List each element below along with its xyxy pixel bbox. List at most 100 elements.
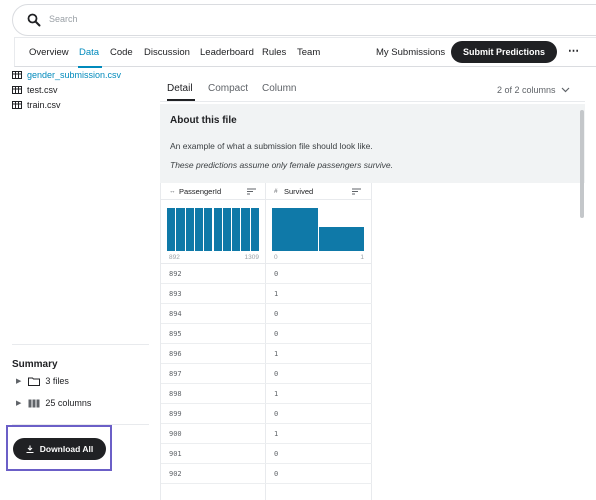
histogram-bar — [250, 208, 259, 251]
cell-value: 895 — [169, 330, 182, 338]
about-title: About this file — [170, 115, 237, 126]
file-item-test[interactable]: test.csv — [12, 85, 58, 95]
columns-selector-label: 2 of 2 columns — [497, 85, 556, 95]
columns-icon — [28, 399, 40, 407]
divider — [12, 344, 149, 345]
table-cell: 1 — [266, 284, 372, 304]
about-note: These predictions assume only female pas… — [170, 160, 393, 170]
summary-files-label: 3 files — [45, 376, 69, 386]
columns-selector[interactable]: 2 of 2 columns — [497, 85, 570, 95]
table-cell: 0 — [266, 304, 372, 324]
cell-value: 0 — [274, 470, 279, 478]
tab-column[interactable]: Column — [262, 83, 296, 94]
cell-value: 0 — [274, 410, 279, 418]
tab-detail[interactable]: Detail — [167, 83, 193, 94]
active-tab-indicator — [78, 66, 102, 68]
table-cell: 1 — [266, 344, 372, 364]
file-name: train.csv — [27, 100, 61, 110]
file-item-gender-submission[interactable]: gender_submission.csv — [12, 70, 121, 80]
cell-value: 901 — [169, 450, 182, 458]
numeric-type-icon: # — [274, 188, 278, 195]
histogram-min: 0 — [274, 254, 278, 261]
sort-icon[interactable] — [352, 188, 361, 195]
competition-nav: Overview Data Code Discussion Leaderboar… — [14, 37, 596, 68]
summary-columns-item[interactable]: ▶ 25 columns — [16, 398, 91, 408]
about-description: An example of what a submission file sho… — [170, 141, 373, 151]
table-cell: 894 — [161, 304, 267, 324]
table-cell: 1 — [266, 424, 372, 444]
tab-rules[interactable]: Rules — [262, 47, 286, 58]
column-passengerid: ↔ PassengerId 892 1309 892 893 894 895 896 89… — [160, 183, 267, 500]
cell-value: 1 — [274, 390, 279, 398]
sort-icon[interactable] — [247, 188, 256, 195]
histogram-bar — [176, 208, 185, 251]
histogram-bar — [185, 208, 194, 251]
search-bar[interactable]: Search — [12, 4, 596, 36]
file-item-train[interactable]: train.csv — [12, 100, 61, 110]
download-all-label: Download All — [39, 444, 94, 454]
table-cell: 898 — [161, 384, 267, 404]
column-name: PassengerId — [179, 187, 222, 196]
tab-leaderboard[interactable]: Leaderboard — [200, 47, 254, 58]
tab-compact[interactable]: Compact — [208, 83, 248, 94]
table-cell: 0 — [266, 264, 372, 284]
table-cell: 0 — [266, 404, 372, 424]
histogram-bar — [318, 227, 364, 251]
histogram-bar — [213, 208, 222, 251]
file-name: test.csv — [27, 85, 58, 95]
cell-value: 0 — [274, 270, 279, 278]
histogram-bar — [222, 208, 232, 251]
table-cell: 902 — [161, 464, 267, 484]
more-options-icon[interactable]: ⋯ — [568, 44, 580, 57]
cell-value: 894 — [169, 310, 182, 318]
histogram-max: 1309 — [244, 254, 259, 261]
search-input[interactable]: Search — [49, 14, 78, 24]
column-name: Survived — [284, 187, 314, 196]
scrollbar[interactable] — [580, 110, 584, 218]
cell-value: 1 — [274, 290, 279, 298]
cell-value: 897 — [169, 370, 182, 378]
cell-value: 896 — [169, 350, 182, 358]
my-submissions-link[interactable]: My Submissions — [376, 47, 445, 58]
column-header[interactable]: # Survived — [266, 183, 372, 200]
table-cell: 899 — [161, 404, 267, 424]
histogram-bar — [241, 208, 250, 251]
tab-overview[interactable]: Overview — [29, 47, 69, 58]
tab-team[interactable]: Team — [297, 47, 320, 58]
tab-data[interactable]: Data — [79, 47, 99, 58]
table-cell: 895 — [161, 324, 267, 344]
submit-predictions-button[interactable]: Submit Predictions — [451, 41, 557, 63]
table-cell: 897 — [161, 364, 267, 384]
search-icon — [27, 13, 41, 27]
table-cell: 0 — [266, 464, 372, 484]
table-cell: 892 — [161, 264, 267, 284]
cell-value: 893 — [169, 290, 182, 298]
histogram-bar — [194, 208, 204, 251]
cell-value: 0 — [274, 310, 279, 318]
table-cell: 1 — [266, 384, 372, 404]
column-survived: # Survived 0 1 0 1 0 0 1 0 1 0 1 0 0 — [266, 183, 372, 500]
table-cell: 901 — [161, 444, 267, 464]
cell-value: 1 — [274, 350, 279, 358]
column-header[interactable]: ↔ PassengerId — [161, 183, 267, 200]
histogram-bar — [167, 208, 176, 251]
tab-code[interactable]: Code — [110, 47, 133, 58]
summary-files-item[interactable]: ▶ 3 files — [16, 376, 69, 386]
cell-value: 902 — [169, 470, 182, 478]
download-icon — [26, 445, 34, 453]
divider — [160, 101, 585, 102]
cell-value: 898 — [169, 390, 182, 398]
tab-discussion[interactable]: Discussion — [144, 47, 190, 58]
expand-arrow-icon: ▶ — [16, 378, 22, 385]
table-file-icon — [12, 101, 22, 109]
download-all-button[interactable]: Download All — [13, 438, 106, 460]
chevron-down-icon — [561, 87, 570, 93]
column-histogram — [167, 208, 259, 251]
cell-value: 0 — [274, 330, 279, 338]
table-cell: 896 — [161, 344, 267, 364]
cell-value: 900 — [169, 430, 182, 438]
table-cell: 900 — [161, 424, 267, 444]
table-cell: 893 — [161, 284, 267, 304]
file-name: gender_submission.csv — [27, 70, 122, 80]
expand-arrow-icon: ▶ — [16, 400, 22, 407]
